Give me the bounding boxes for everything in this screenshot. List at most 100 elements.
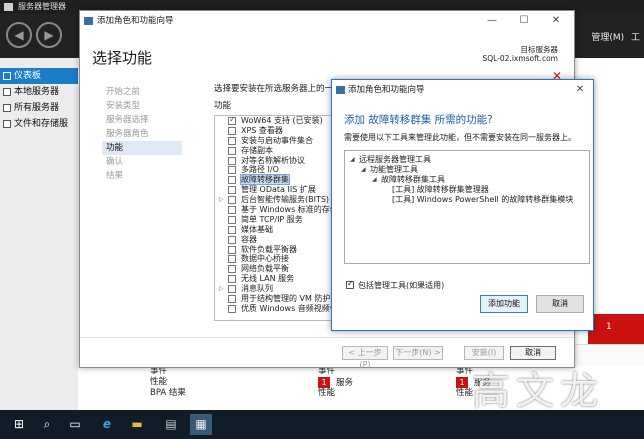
feature-item[interactable]: ▷ 消息队列 — [215, 284, 331, 294]
checkbox-icon[interactable] — [228, 186, 236, 195]
feature-item[interactable]: 媒体基础 — [215, 225, 331, 235]
checkbox-checked-icon[interactable] — [346, 279, 354, 289]
sidebar-item-dashboard[interactable]: 仪表板 — [0, 68, 78, 84]
tile-item-bpa[interactable]: BPA 结果 — [150, 388, 290, 399]
feature-item[interactable]: WoW64 支持 (已安装) — [215, 116, 331, 126]
feature-item[interactable]: 网络负载平衡 — [215, 264, 331, 274]
windows-start-icon[interactable]: ⊞ — [8, 414, 30, 435]
feature-item[interactable]: 无线 LAN 服务 — [215, 274, 331, 284]
sidebar-item-local-server[interactable]: 本地服务器 — [0, 84, 78, 100]
feature-item[interactable]: 软件负载平衡器 — [215, 245, 331, 255]
tree-node[interactable]: [工具] 故障转移群集管理器 — [345, 185, 589, 195]
checkbox-icon[interactable] — [228, 136, 236, 145]
feature-item[interactable]: 基于 Windows 标准的存储 — [215, 205, 331, 215]
tree-node[interactable]: ◢ 故障转移群集工具 — [345, 175, 589, 185]
checkbox-icon[interactable] — [228, 206, 236, 215]
required-tools-tree[interactable]: ◢ 远程服务器管理工具 ◢ 功能管理工具 ◢ 故障转移群集工具 [工具] 故障转移群集管理器… — [344, 150, 590, 264]
checkbox-checked-icon[interactable] — [228, 116, 236, 125]
include-tools-label: 包括管理工具(如果适用) — [358, 281, 445, 290]
checkbox-icon[interactable] — [228, 156, 236, 165]
checkbox-icon[interactable] — [228, 126, 236, 135]
feature-label: 简单 TCP/IP 服务 — [241, 214, 303, 224]
alert-tile[interactable]: 1 — [588, 314, 644, 344]
checkbox-icon[interactable] — [228, 265, 236, 274]
checkbox-icon[interactable] — [228, 255, 236, 264]
install-button[interactable]: 安装(I) — [464, 346, 504, 360]
close-icon[interactable]: ✕ — [573, 80, 587, 100]
step-features[interactable]: 功能 — [102, 141, 182, 155]
checkbox-icon[interactable] — [228, 304, 236, 313]
include-tools-checkbox[interactable]: 包括管理工具(如果适用) — [346, 279, 445, 291]
checkbox-icon[interactable] — [228, 245, 236, 254]
tree-node[interactable]: ◢ 远程服务器管理工具 — [345, 155, 589, 165]
server-manager-icon — [4, 3, 13, 11]
feature-item[interactable]: 数据中心桥接 — [215, 254, 331, 264]
dialog-cancel-button[interactable]: 取消 — [536, 295, 584, 313]
feature-label: 网络负载平衡 — [241, 264, 289, 274]
checkbox-icon[interactable] — [228, 166, 236, 175]
checkbox-icon[interactable] — [228, 235, 236, 244]
forward-arrow-icon[interactable]: ▶ — [36, 22, 62, 48]
feature-item[interactable]: 管理 OData IIS 扩展 — [215, 185, 331, 195]
sidebar-item-file-storage[interactable]: 文件和存储服 — [0, 116, 78, 132]
checkbox-icon[interactable] — [228, 215, 236, 224]
feature-item[interactable]: 安装与启动事件集合 — [215, 136, 331, 146]
task-view-icon[interactable]: ▭ — [64, 414, 86, 435]
tile-column: 事件 1 服务 性能 — [318, 366, 458, 410]
wizard-taskbar-icon[interactable]: ▦ — [190, 414, 212, 435]
cancel-button[interactable]: 取消 — [510, 346, 556, 360]
watermark: 高文龙 — [472, 369, 605, 413]
tree-node[interactable]: [工具] Windows PowerShell 的故障转移群集模块 — [345, 195, 589, 205]
feature-item[interactable]: 存储副本 — [215, 146, 331, 156]
checkbox-icon[interactable] — [228, 275, 236, 284]
checkbox-icon[interactable] — [228, 285, 236, 294]
maximize-icon[interactable]: ☐ — [512, 11, 536, 31]
feature-item[interactable]: 多路径 I/O — [215, 165, 331, 175]
feature-item[interactable]: 简单 TCP/IP 服务 — [215, 215, 331, 225]
close-icon[interactable]: ✕ — [544, 11, 568, 31]
checkbox-icon[interactable] — [228, 225, 236, 234]
expand-arrow-icon[interactable]: ▷ — [219, 284, 224, 294]
search-icon[interactable]: ⌕ — [36, 414, 58, 435]
menu-manage[interactable]: 管理(M) — [591, 33, 624, 43]
checkbox-icon[interactable] — [228, 295, 236, 304]
back-arrow-icon[interactable]: ◀ — [6, 22, 32, 48]
feature-item[interactable]: 优质 Windows 音频视频体 — [215, 304, 331, 314]
feature-item[interactable]: 对等名称解析协议 — [215, 156, 331, 166]
collapse-arrow-icon[interactable]: ◢ — [372, 175, 377, 185]
collapse-arrow-icon[interactable]: ◢ — [361, 165, 366, 175]
feature-item[interactable]: 容器 — [215, 235, 331, 245]
sidebar-item-label: 所有服务器 — [14, 103, 60, 113]
tile-badge: 1 — [318, 377, 330, 388]
tile-item-performance[interactable]: 性能 — [150, 377, 290, 388]
alert-count: 1 — [606, 322, 612, 332]
tile-item-services[interactable]: 1 服务 — [318, 377, 458, 388]
features-list[interactable]: WoW64 支持 (已安装)XPS 查看器安装与启动事件集合存储副本对等名称解析… — [214, 115, 332, 321]
storage-icon — [3, 120, 11, 128]
tile-item-performance[interactable]: 性能 — [318, 388, 458, 399]
server-manager-taskbar-icon[interactable]: ▤ — [160, 414, 182, 435]
feature-item[interactable]: ▷ 后台智能传输服务(BITS) — [215, 195, 331, 205]
add-features-button[interactable]: 添加功能 — [480, 295, 528, 313]
menu-tools[interactable]: 工 — [631, 33, 640, 43]
previous-button[interactable]: < 上一步(P) — [342, 346, 388, 369]
feature-item[interactable]: 用于结构管理的 VM 防护工 — [215, 294, 331, 304]
checkbox-icon[interactable] — [228, 146, 236, 155]
expand-arrow-icon[interactable]: ▷ — [219, 195, 224, 205]
minimize-icon[interactable]: — — [480, 11, 504, 31]
checkbox-icon[interactable] — [228, 196, 236, 205]
feature-label: 软件负载平衡器 — [241, 244, 297, 254]
next-button[interactable]: 下一步(N) > — [393, 346, 443, 360]
sidebar-item-all-servers[interactable]: 所有服务器 — [0, 100, 78, 116]
collapse-arrow-icon[interactable]: ◢ — [350, 155, 355, 165]
server-manager-menu: 管理(M) 工 — [587, 30, 640, 43]
internet-explorer-icon[interactable]: e — [96, 414, 118, 435]
tree-node[interactable]: ◢ 功能管理工具 — [345, 165, 589, 175]
tree-node-label: [工具] 故障转移群集管理器 — [392, 185, 489, 194]
feature-label: XPS 查看器 — [241, 125, 283, 135]
checkbox-icon[interactable] — [228, 176, 236, 185]
file-explorer-icon[interactable]: ▬ — [126, 414, 148, 435]
feature-item[interactable]: 故障转移群集 — [215, 174, 331, 186]
feature-item[interactable]: XPS 查看器 — [215, 126, 331, 136]
feature-label: 对等名称解析协议 — [241, 155, 305, 165]
